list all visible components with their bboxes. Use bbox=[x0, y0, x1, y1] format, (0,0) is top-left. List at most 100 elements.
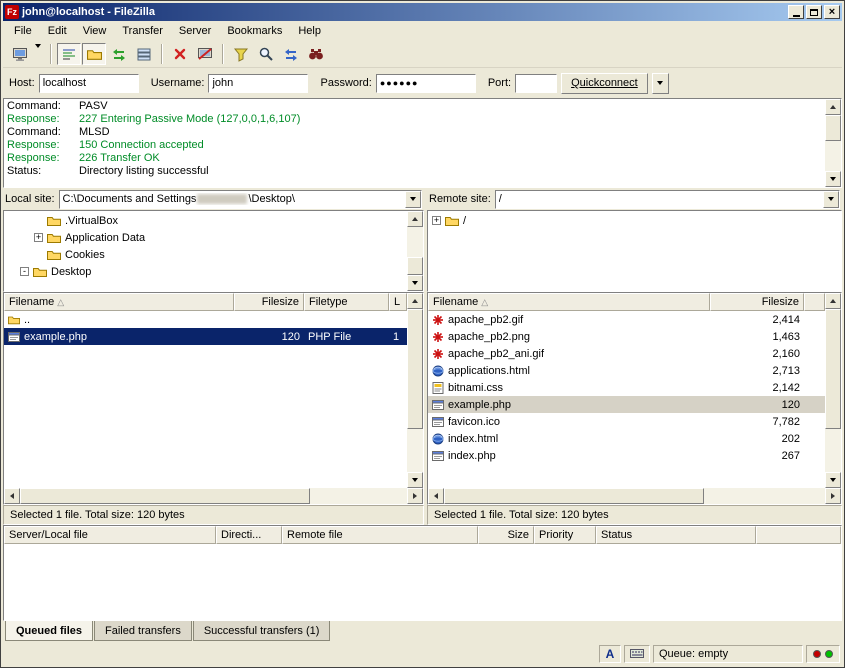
scroll-left-button[interactable] bbox=[428, 488, 444, 504]
file-row[interactable]: index.html 202 bbox=[428, 430, 825, 447]
scroll-down-button[interactable] bbox=[407, 275, 423, 291]
scroll-up-button[interactable] bbox=[825, 293, 841, 309]
scroll-up-button[interactable] bbox=[407, 211, 423, 227]
column-header-direction[interactable]: Directi... bbox=[216, 526, 282, 544]
tree-item[interactable]: .VirtualBox bbox=[4, 212, 407, 229]
tree-item[interactable]: Cookies bbox=[4, 246, 407, 263]
filter-button[interactable] bbox=[229, 43, 253, 65]
toggle-tree-button[interactable] bbox=[82, 43, 106, 65]
file-row[interactable]: apache_pb2_ani.gif 2,160 bbox=[428, 345, 825, 362]
tab-queued-files[interactable]: Queued files bbox=[5, 621, 93, 641]
scroll-down-button[interactable] bbox=[407, 472, 423, 488]
menu-transfer[interactable]: Transfer bbox=[114, 22, 171, 40]
cancel-button[interactable] bbox=[168, 43, 192, 65]
compare-button[interactable] bbox=[254, 43, 278, 65]
menu-bookmarks[interactable]: Bookmarks bbox=[219, 22, 290, 40]
column-header-size[interactable]: Size bbox=[478, 526, 534, 544]
close-button[interactable]: × bbox=[824, 5, 840, 19]
arrow-right-icon bbox=[831, 493, 835, 499]
site-manager-button[interactable] bbox=[7, 43, 45, 65]
username-input[interactable] bbox=[208, 74, 308, 93]
column-header-priority[interactable]: Priority bbox=[534, 526, 596, 544]
file-row[interactable]: apache_pb2.gif 2,414 bbox=[428, 311, 825, 328]
quickconnect-dropdown[interactable] bbox=[652, 73, 669, 94]
scrollbar-thumb[interactable] bbox=[825, 309, 841, 429]
column-header-server-local-file[interactable]: Server/Local file bbox=[4, 526, 216, 544]
filter-icon bbox=[233, 46, 249, 62]
menu-file[interactable]: File bbox=[6, 22, 40, 40]
tree-item[interactable]: + Application Data bbox=[4, 229, 407, 246]
port-input[interactable] bbox=[515, 74, 557, 93]
remote-files-scrollbar[interactable] bbox=[825, 293, 841, 488]
quickconnect-button[interactable]: Quickconnect bbox=[561, 73, 648, 94]
folder-icon bbox=[33, 266, 47, 278]
tree-item[interactable]: - Desktop bbox=[4, 263, 407, 280]
scroll-up-button[interactable] bbox=[825, 99, 841, 115]
file-row-selected[interactable]: example.php 120 PHP File 1 bbox=[4, 328, 407, 345]
find-button[interactable] bbox=[304, 43, 328, 65]
remote-path-combobox[interactable]: / bbox=[495, 190, 840, 209]
scroll-right-button[interactable] bbox=[407, 488, 423, 504]
scroll-down-button[interactable] bbox=[825, 472, 841, 488]
column-header-remote-file[interactable]: Remote file bbox=[282, 526, 478, 544]
sort-ascending-icon: △ bbox=[57, 297, 64, 308]
file-row-selected[interactable]: example.php 120 bbox=[428, 396, 825, 413]
host-input[interactable] bbox=[39, 74, 139, 93]
column-header-filename[interactable]: Filename△ bbox=[428, 293, 710, 311]
column-header-filename[interactable]: Filename△ bbox=[4, 293, 234, 311]
disconnect-button[interactable] bbox=[193, 43, 217, 65]
collapse-icon[interactable]: - bbox=[20, 267, 29, 276]
file-lists-row: Filename△ Filesize Filetype L .. bbox=[3, 292, 842, 505]
sync-browsing-button[interactable] bbox=[279, 43, 303, 65]
local-path-combobox[interactable]: C:\Documents and Settings\Desktop\ bbox=[59, 190, 422, 209]
scrollbar-thumb[interactable] bbox=[444, 488, 704, 504]
queue-body[interactable] bbox=[4, 544, 841, 620]
site-manager-dropdown[interactable] bbox=[32, 48, 44, 60]
scrollbar-thumb[interactable] bbox=[407, 257, 423, 275]
local-path-dropdown[interactable] bbox=[405, 191, 421, 208]
scroll-down-button[interactable] bbox=[825, 171, 841, 187]
menu-view[interactable]: View bbox=[75, 22, 115, 40]
local-files-scrollbar[interactable] bbox=[407, 293, 423, 488]
file-row[interactable]: applications.html 2,713 bbox=[428, 362, 825, 379]
menu-edit[interactable]: Edit bbox=[40, 22, 75, 40]
file-row[interactable]: favicon.ico 7,782 bbox=[428, 413, 825, 430]
scrollbar-thumb[interactable] bbox=[20, 488, 310, 504]
expand-icon[interactable]: + bbox=[432, 216, 441, 225]
scroll-right-button[interactable] bbox=[825, 488, 841, 504]
file-row[interactable]: index.php 267 bbox=[428, 447, 825, 464]
file-row-updir[interactable]: .. bbox=[4, 311, 407, 328]
log-scrollbar[interactable] bbox=[825, 99, 841, 187]
file-row[interactable]: bitnami.css 2,142 bbox=[428, 379, 825, 396]
menu-help[interactable]: Help bbox=[290, 22, 329, 40]
scroll-up-button[interactable] bbox=[407, 293, 423, 309]
column-header-status[interactable]: Status bbox=[596, 526, 756, 544]
column-header-filesize[interactable]: Filesize bbox=[234, 293, 304, 311]
scrollbar-thumb[interactable] bbox=[825, 115, 841, 141]
scrollbar-thumb[interactable] bbox=[407, 309, 423, 429]
menu-server[interactable]: Server bbox=[171, 22, 219, 40]
minimize-button[interactable] bbox=[788, 5, 804, 19]
refresh-button[interactable] bbox=[107, 43, 131, 65]
column-header-filetype[interactable]: Filetype bbox=[304, 293, 389, 311]
password-input[interactable] bbox=[376, 74, 476, 93]
expand-icon[interactable]: + bbox=[34, 233, 43, 242]
maximize-button[interactable] bbox=[806, 5, 822, 19]
local-selection-status: Selected 1 file. Total size: 120 bytes bbox=[3, 505, 424, 525]
chevron-down-icon bbox=[35, 44, 41, 60]
local-files-hscrollbar[interactable] bbox=[4, 488, 423, 504]
activity-led-red-icon bbox=[813, 650, 821, 658]
tree-item[interactable]: + / bbox=[428, 212, 841, 229]
tab-successful-transfers[interactable]: Successful transfers (1) bbox=[193, 621, 331, 641]
tab-failed-transfers[interactable]: Failed transfers bbox=[94, 621, 192, 641]
column-header-lastmodified[interactable]: L bbox=[389, 293, 407, 311]
remote-files-hscrollbar[interactable] bbox=[428, 488, 841, 504]
column-header-filesize[interactable]: Filesize bbox=[710, 293, 804, 311]
local-tree-scrollbar[interactable] bbox=[407, 211, 423, 291]
remote-path-dropdown[interactable] bbox=[823, 191, 839, 208]
toggle-log-button[interactable] bbox=[57, 43, 81, 65]
activity-indicator-panel bbox=[806, 645, 840, 663]
scroll-left-button[interactable] bbox=[4, 488, 20, 504]
process-queue-button[interactable] bbox=[132, 43, 156, 65]
file-row[interactable]: apache_pb2.png 1,463 bbox=[428, 328, 825, 345]
